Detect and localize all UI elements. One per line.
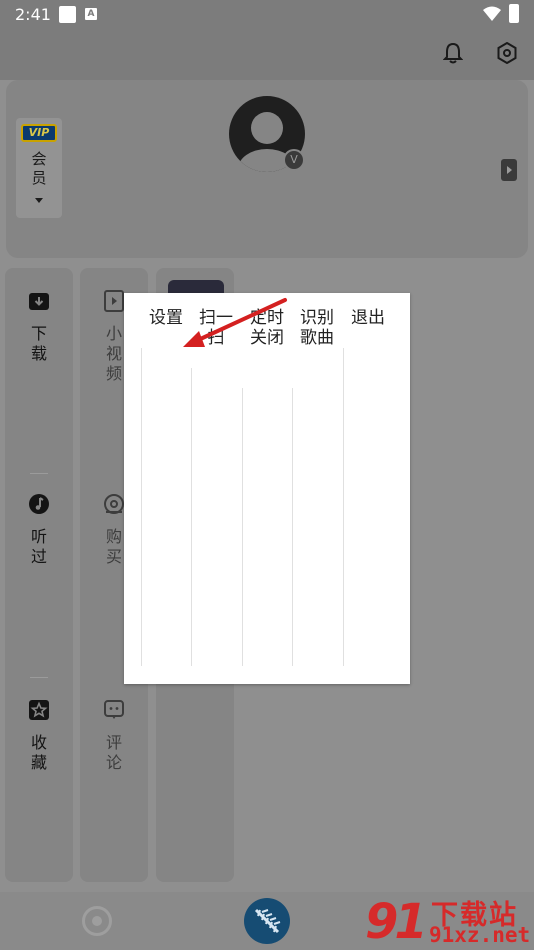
album-thumbnail[interactable]	[168, 280, 224, 294]
menu-item-settings[interactable]: 设置	[141, 293, 191, 684]
vip-badge: VIP	[21, 124, 57, 142]
a-notification-icon: A	[85, 8, 97, 20]
watermark-url: 91xz.net	[429, 923, 531, 947]
video-icon	[104, 290, 124, 312]
top-bar	[0, 28, 534, 80]
battery-icon	[509, 4, 519, 23]
menu-label-sleep-timer: 定时关闭	[242, 308, 292, 348]
settings-gear-icon[interactable]	[496, 42, 518, 64]
grid-item-history[interactable]: 听过	[5, 493, 73, 567]
grid-label-purchases: 购买	[106, 527, 123, 566]
grid-item-favorites[interactable]: 收藏	[5, 699, 73, 773]
menu-label-scan: 扫一扫	[191, 308, 241, 348]
divider	[30, 473, 48, 474]
menu-divider	[343, 348, 344, 666]
bell-icon[interactable]	[443, 42, 463, 64]
menu-divider	[191, 368, 192, 666]
chevron-down-icon	[35, 198, 43, 203]
status-bar: 2:41 A	[0, 0, 534, 28]
play-arrow-icon[interactable]	[501, 159, 517, 181]
music-note-icon	[29, 494, 49, 514]
menu-label-sleep-timer-text: 定时关闭	[250, 308, 284, 348]
grid-label-download: 下载	[31, 324, 48, 363]
menu-item-sleep-timer[interactable]: 定时关闭	[242, 293, 292, 684]
purchase-disc-icon	[104, 494, 124, 514]
notification-icon	[59, 6, 76, 23]
star-icon	[29, 700, 49, 720]
menu-divider	[242, 388, 243, 666]
menu-label-identify-song: 识别歌曲	[292, 308, 342, 348]
menu-label-settings: 设置	[141, 308, 191, 328]
menu-divider	[141, 348, 142, 666]
download-icon	[29, 293, 49, 310]
grid-label-favorites: 收藏	[31, 733, 48, 772]
menu-label-settings-text: 设置	[149, 308, 183, 328]
grid-label-short-video: 小视频	[106, 324, 123, 383]
vip-label: 会员	[31, 150, 47, 187]
grid-item-comments[interactable]: 评论	[80, 699, 148, 773]
menu-label-exit-text: 退出	[351, 308, 385, 328]
menu-label-scan-text: 扫一扫	[199, 308, 233, 348]
menu-label-identify-song-text: 识别歌曲	[300, 308, 334, 348]
menu-divider	[292, 388, 293, 666]
watermark-logo: 91	[365, 894, 428, 950]
menu-item-exit[interactable]: 退出	[343, 293, 393, 684]
menu-label-exit: 退出	[343, 308, 393, 328]
comment-icon	[104, 700, 124, 719]
more-options-popup: 设置 扫一扫 定时关闭 识别歌曲 退出	[124, 293, 410, 684]
divider	[30, 677, 48, 678]
wifi-icon	[483, 6, 501, 21]
grid-label-history: 听过	[31, 527, 48, 566]
app-center-button[interactable]	[244, 898, 290, 944]
grid-item-download[interactable]: 下载	[5, 290, 73, 364]
menu-item-scan[interactable]: 扫一扫	[191, 293, 241, 684]
verified-badge: V	[283, 149, 305, 171]
vip-membership-button[interactable]: VIP 会员	[16, 118, 62, 218]
disc-icon[interactable]	[82, 906, 112, 936]
watermark: 91 下载站 91xz.net	[365, 890, 534, 950]
status-time: 2:41	[15, 5, 51, 24]
feather-icon	[254, 908, 281, 934]
grid-label-comments: 评论	[106, 733, 123, 772]
menu-item-identify-song[interactable]: 识别歌曲	[292, 293, 342, 684]
avatar-head	[251, 112, 283, 144]
